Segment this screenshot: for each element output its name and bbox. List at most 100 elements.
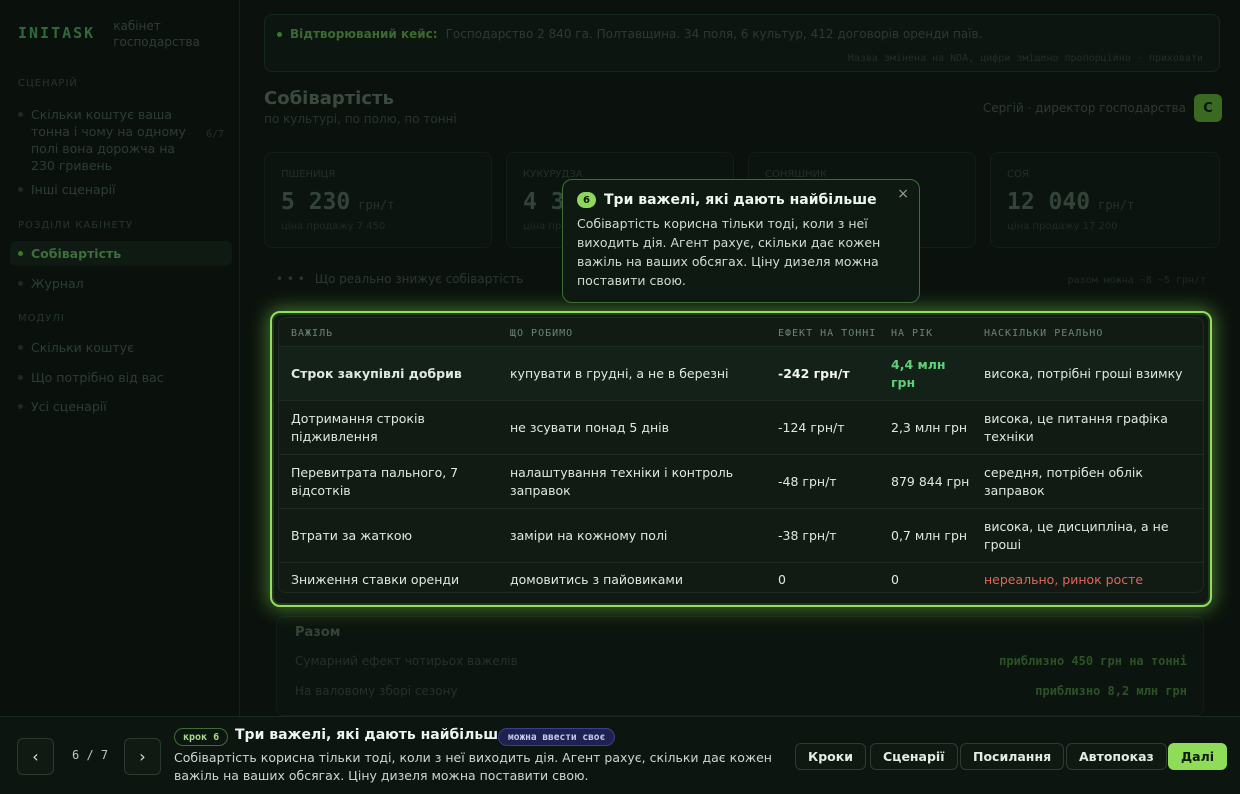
bullet-icon (18, 345, 23, 350)
cell-year: 0 (891, 572, 899, 587)
links-button[interactable]: Посилання (960, 743, 1065, 770)
sidebar-item-journal[interactable]: Журнал (18, 275, 224, 292)
scenario-progress: 6/7 (205, 129, 224, 140)
summary-row: На валовому зборі сезону приблизно 8,2 м… (295, 684, 1187, 698)
metric-card-wheat: пшениця 5 230 грн/т ціна продажу 7 450 (264, 152, 492, 248)
table-row[interactable]: Дотримання строків підживлення не зсуват… (279, 400, 1203, 454)
summary-row-label: Сумарний ефект чотирьох важелів (295, 654, 518, 668)
cell-realism: висока, це дисципліна, а не гроші (984, 519, 1169, 552)
cell-effect: -48 грн/т (778, 474, 837, 489)
summary-card: Разом Сумарний ефект чотирьох важелів пр… (276, 616, 1204, 716)
cell-action: домовитись з пайовиками (510, 572, 683, 587)
metric-sub: ціна продажу 7 450 (281, 221, 386, 232)
table-header-action: ЩО РОБИМО (510, 328, 574, 339)
metric-number: 5 230 (281, 189, 351, 215)
user-name: Сергій · директор господарства (982, 101, 1186, 115)
section-dots: • • • (276, 272, 305, 286)
table-row[interactable]: Втрати за жаткою заміри на кожному полі … (279, 508, 1203, 562)
user-box[interactable]: Сергій · директор господарства С (983, 94, 1222, 122)
summary-title: Разом (295, 625, 341, 640)
steps-button[interactable]: Кроки (795, 743, 866, 770)
table-header-effect: ЕФЕКТ НА ТОННІ (778, 328, 877, 339)
metric-sub: ціна продажу 17 200 (1007, 221, 1118, 232)
editable-badge: можна ввести своє (498, 728, 616, 746)
metric-value: 4 3 (523, 189, 565, 215)
cell-lever: Зниження ставки оренди (291, 572, 460, 587)
sidebar-item-current-scenario[interactable]: Скільки коштує ваша тонна і чому на одно… (18, 106, 224, 174)
case-banner-note[interactable]: Назва змінена на NDA, цифри зміщено проп… (848, 53, 1203, 64)
sidebar-item-label: Усі сценарії (31, 399, 107, 414)
autoplay-button[interactable]: Автопоказ (1066, 743, 1167, 770)
tour-bottom-bar: ‹ 6 / 7 › крок 6 Три важелі, які дають н… (0, 716, 1240, 794)
metric-card-soy: соя 12 040 грн/т ціна продажу 17 200 (990, 152, 1220, 248)
tour-tooltip: 6 Три важелі, які дають найбільше × Собі… (562, 179, 920, 303)
sidebar-item-need[interactable]: Що потрібно від вас (18, 369, 224, 386)
sidebar-item-label: Скільки коштує ваша тонна і чому на одно… (31, 107, 186, 173)
cell-lever: Перевитрата пального, 7 відсотків (291, 465, 459, 498)
scenarios-button[interactable]: Сценарії (870, 743, 958, 770)
tooltip-header: 6 Три важелі, які дають найбільше (577, 192, 905, 208)
cell-year: 2,3 млн грн (891, 420, 968, 435)
cell-lever: Дотримання строків підживлення (291, 411, 425, 444)
tooltip-title: Три важелі, які дають найбільше (604, 192, 877, 208)
prev-step-button[interactable]: ‹ (17, 738, 54, 775)
case-banner: Відтворюваний кейс: Господарство 2 840 г… (264, 14, 1220, 72)
metric-value: 5 230 грн/т (281, 189, 394, 215)
table-header-realism: НАСКІЛЬКИ РЕАЛЬНО (984, 328, 1104, 339)
spotlight-frame: ВАЖІЛЬ ЩО РОБИМО ЕФЕКТ НА ТОННІ НА РІК Н… (270, 311, 1212, 607)
page-subtitle: по культурі, по полю, по тонні (264, 112, 457, 126)
table-row[interactable]: Перевитрата пального, 7 відсотків налашт… (279, 454, 1203, 508)
section-heading-scenario: СЦЕНАРІЙ (18, 78, 78, 89)
sidebar-item-other-scenarios[interactable]: Інші сценарії (18, 181, 224, 198)
metric-number: 12 040 (1007, 189, 1091, 215)
sidebar-item-label: Скільки коштує (31, 340, 134, 355)
section-meta: разом можна ~8 ~5 грн/т (1067, 275, 1206, 286)
sidebar-item-price[interactable]: Скільки коштує (18, 339, 224, 356)
bullet-icon (18, 187, 23, 192)
status-dot-icon (277, 31, 282, 37)
metric-unit: грн/т (358, 198, 395, 212)
brand-subtitle-line2: господарства (113, 35, 200, 49)
cell-year: 879 844 грн (891, 474, 970, 489)
sidebar-item-cost[interactable]: Собівартість (10, 241, 232, 266)
summary-row-value: приблизно 8,2 млн грн (1035, 684, 1187, 698)
chevron-right-icon: › (139, 747, 146, 766)
summary-row-label: На валовому зборі сезону (295, 684, 458, 698)
brand-logo[interactable]: INITASK (18, 24, 95, 42)
cell-effect: -124 грн/т (778, 420, 845, 435)
section-label: Що реально знижує собівартість (314, 272, 524, 286)
tooltip-body: Собівартість корисна тільки тоді, коли з… (577, 216, 881, 288)
table-row[interactable]: Строк закупівлі добрив купувати в грудні… (279, 346, 1203, 400)
metric-sub: ціна пр (523, 221, 562, 232)
sidebar-item-all[interactable]: Усі сценарії (18, 398, 224, 415)
step-title: Три важелі, які дають найбільше (235, 727, 508, 743)
cell-realism: висока, потрібні гроші взимку (984, 366, 1183, 381)
table-header-year: НА РІК (891, 328, 934, 339)
metric-value: 12 040 грн/т (1007, 189, 1134, 215)
brand: INITASK кабінет господарства (18, 19, 200, 50)
step-counter: 6 / 7 (72, 748, 109, 762)
table-row[interactable]: Зниження ставки оренди домовитись з пайо… (279, 562, 1203, 592)
cell-effect: -242 грн/т (778, 366, 850, 381)
bullet-icon (18, 281, 23, 286)
case-banner-text: Господарство 2 840 га. Полтавщина. 34 по… (445, 27, 983, 41)
next-step-arrow-button[interactable]: › (124, 738, 161, 775)
cell-lever: Втрати за жаткою (291, 528, 413, 543)
cell-realism: висока, це питання графіка техніки (984, 411, 1168, 444)
close-icon[interactable]: × (897, 186, 909, 202)
cell-action: купувати в грудні, а не в березні (510, 366, 729, 381)
bullet-icon (18, 404, 23, 409)
bullet-icon (18, 251, 23, 256)
cell-action: не зсувати понад 5 днів (510, 420, 670, 435)
next-button[interactable]: Далі (1168, 743, 1228, 770)
section-heading-modules: МОДУЛІ (18, 313, 65, 324)
step-pill: крок 6 (174, 728, 229, 746)
sidebar-item-label: Собівартість (31, 246, 122, 261)
step-number-badge: 6 (577, 192, 596, 208)
section-heading-views: РОЗДІЛИ КАБІНЕТУ (18, 220, 134, 231)
sidebar-item-label: Журнал (31, 276, 84, 291)
cell-realism: середня, потрібен облік заправок (984, 465, 1143, 498)
metric-unit: грн/т (1098, 198, 1135, 212)
avatar[interactable]: С (1194, 94, 1222, 122)
cell-action: заміри на кожному полі (510, 528, 668, 543)
